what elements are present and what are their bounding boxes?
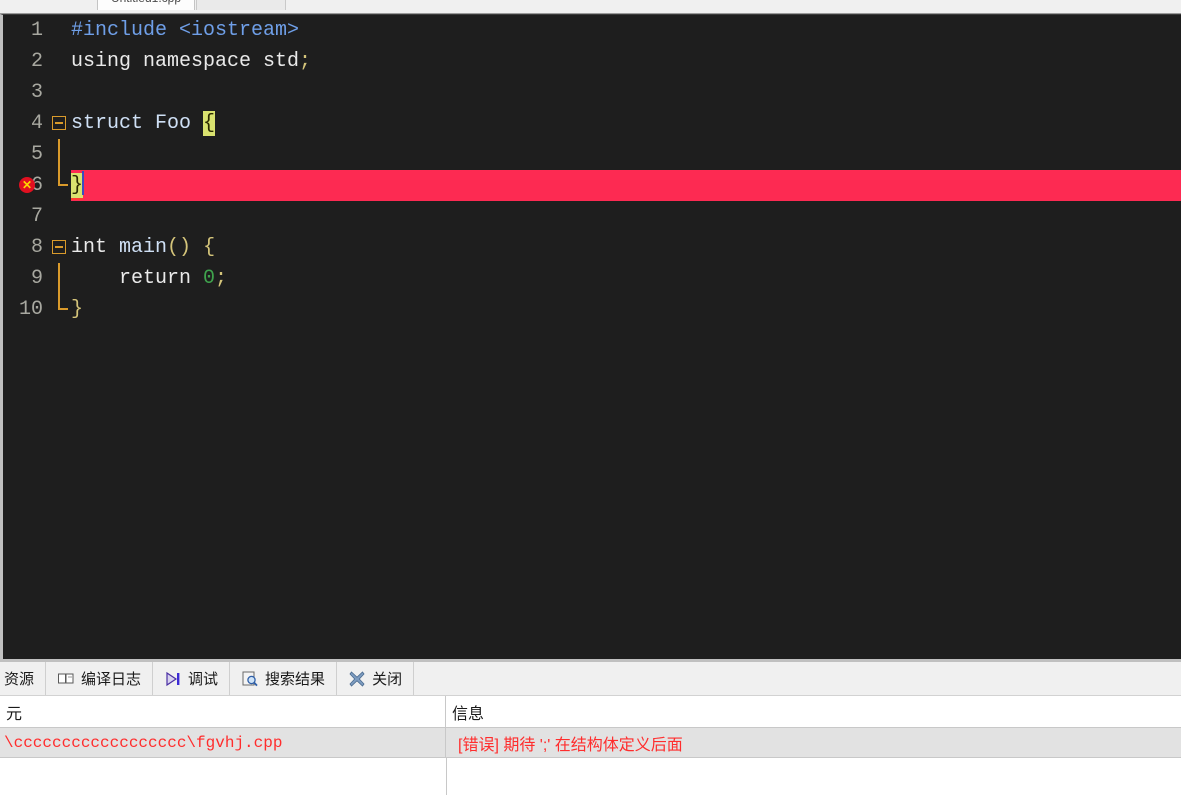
code-line-text <box>71 201 1181 232</box>
fold-gutter[interactable] <box>49 263 71 294</box>
panel-tab-debug[interactable]: 调试 <box>153 662 231 695</box>
panel-tab-label: 调试 <box>188 671 219 688</box>
debug-run-icon <box>166 671 180 686</box>
token-brace-highlight: { <box>203 111 216 136</box>
line-number: 9 <box>30 267 43 290</box>
file-tab-active[interactable]: Untitled1.cpp <box>97 0 195 10</box>
fold-gutter[interactable] <box>49 15 71 46</box>
code-line[interactable]: 7 <box>3 201 1181 232</box>
line-number: 4 <box>30 112 43 135</box>
code-line-text: } <box>71 294 1181 325</box>
search-page-icon <box>242 671 258 686</box>
line-number: 3 <box>30 81 43 104</box>
code-line[interactable]: 4 struct Foo { <box>3 108 1181 139</box>
code-line-text: using namespace std; <box>71 46 1181 77</box>
token-semicolon: ; <box>299 50 312 73</box>
panel-tab-label: 关闭 <box>372 671 403 688</box>
fold-collapse-icon[interactable] <box>52 116 66 130</box>
panel-tab-label: 编译日志 <box>81 671 142 688</box>
fold-gutter[interactable] <box>49 46 71 77</box>
panel-tab-close[interactable]: 关闭 <box>337 662 415 695</box>
close-x-icon <box>349 670 365 687</box>
token-parens: () <box>167 236 192 259</box>
line-number: 2 <box>30 50 43 73</box>
fold-end-icon <box>58 170 68 186</box>
code-line-text <box>71 77 1181 108</box>
fold-gutter[interactable] <box>49 294 71 325</box>
cell-unit: \cccccccccccccccccc\fgvhj.cpp <box>0 728 446 757</box>
results-table-header: 元 信息 <box>0 696 1181 728</box>
column-header-message[interactable]: 信息 <box>446 696 1181 727</box>
panel-tab-compile-log[interactable]: 编译日志 <box>46 662 154 695</box>
editor-tab-strip: ■■■■ Untitled1.cpp <box>0 0 1181 14</box>
token-semicolon: ; <box>215 267 228 290</box>
panel-tab-bar: 资源 编译日志 调试 搜索结果 关闭 <box>0 662 1181 696</box>
code-line[interactable]: 9 return 0; <box>3 263 1181 294</box>
panel-tab-label: 搜索结果 <box>265 671 326 688</box>
line-number: 8 <box>30 236 43 259</box>
code-line[interactable]: 2 using namespace std; <box>3 46 1181 77</box>
line-number: 5 <box>30 143 43 166</box>
fold-gutter-collapse-main[interactable] <box>49 232 71 263</box>
line-number: 7 <box>30 205 43 228</box>
code-line-text: return 0; <box>71 263 1181 294</box>
code-line-text: int main() { <box>71 232 1181 263</box>
code-line[interactable]: 5 <box>3 139 1181 170</box>
line-number: 10 <box>18 298 43 321</box>
fold-gutter[interactable] <box>49 139 71 170</box>
token-number: 0 <box>203 267 216 290</box>
line-number: 1 <box>30 19 43 42</box>
table-row[interactable]: \cccccccccccccccccc\fgvhj.cpp [错误] 期待 ';… <box>0 728 1181 757</box>
code-line[interactable]: 10 } <box>3 294 1181 325</box>
file-tab-inactive[interactable] <box>196 0 286 10</box>
code-line-text: #include <iostream> <box>71 15 1181 46</box>
code-line-text: struct Foo { <box>71 108 1181 139</box>
book-icon <box>58 673 74 683</box>
fold-end-icon <box>58 294 68 310</box>
token-preprocessor: #include <iostream> <box>71 19 300 42</box>
fold-line-icon <box>58 139 60 170</box>
fold-collapse-icon[interactable] <box>52 240 66 254</box>
code-line[interactable]: 3 <box>3 77 1181 108</box>
fold-gutter[interactable] <box>49 201 71 232</box>
panel-tab-resources[interactable]: 资源 <box>0 662 47 695</box>
error-marker-icon[interactable]: ✕ <box>19 177 35 193</box>
panel-tab-search-results[interactable]: 搜索结果 <box>230 662 338 695</box>
fold-gutter-collapse-struct[interactable] <box>49 108 71 139</box>
ide-window: ■■■■ Untitled1.cpp 1 #include <iostream>… <box>0 0 1181 795</box>
code-line[interactable]: 8 int main() { <box>3 232 1181 263</box>
token-struct-decl: struct Foo <box>71 112 204 135</box>
code-line[interactable]: 1 #include <iostream> <box>3 15 1181 46</box>
bottom-panel: 资源 编译日志 调试 搜索结果 关闭 元 信息 \ccccccccccccccc… <box>0 662 1181 795</box>
results-table-empty-area <box>0 757 1181 795</box>
results-table: 元 信息 \cccccccccccccccccc\fgvhj.cpp [错误] … <box>0 696 1181 795</box>
code-line-text: } <box>71 170 1181 201</box>
column-header-unit[interactable]: 元 <box>0 696 446 727</box>
cell-message: [错误] 期待 ';' 在结构体定义后面 <box>458 736 683 754</box>
fold-gutter[interactable] <box>49 170 71 201</box>
fold-gutter[interactable] <box>49 77 71 108</box>
code-editor[interactable]: 1 #include <iostream> 2 using namespace … <box>3 15 1181 659</box>
token-brace: { <box>191 236 216 259</box>
code-line-error[interactable]: 6 ✕ } <box>3 170 1181 201</box>
toolbar-icons: ■■■■ <box>4 0 87 3</box>
code-editor-panel[interactable]: 1 #include <iostream> 2 using namespace … <box>0 14 1181 662</box>
panel-tab-label: 资源 <box>4 671 35 688</box>
fold-line-icon <box>58 263 60 294</box>
code-line-text <box>71 139 1181 170</box>
token-statement: using namespace std <box>71 50 300 73</box>
